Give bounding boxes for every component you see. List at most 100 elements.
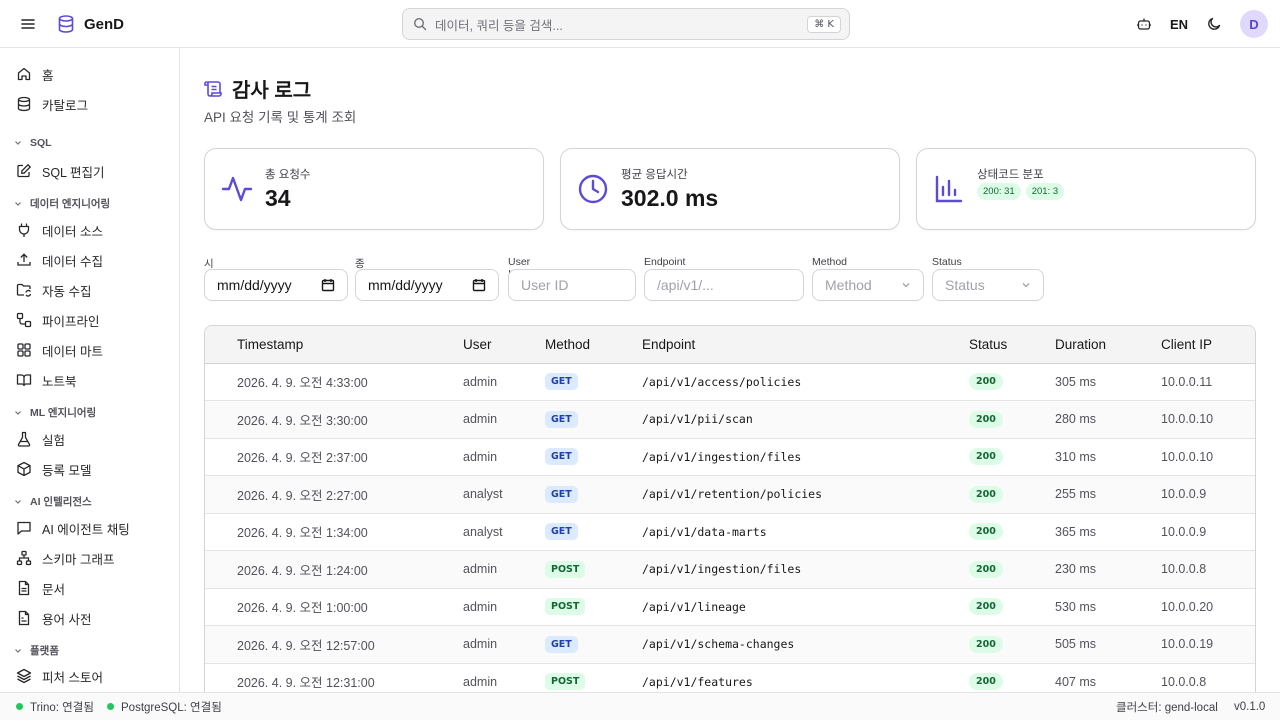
section-ml-engineering[interactable]: ML 엔지니어링 — [14, 405, 96, 420]
endpoint-input[interactable]: /api/v1/... — [644, 269, 804, 301]
connected-dot — [16, 703, 23, 710]
timestamp-cell: 2026. 4. 9. 오전 2:37:00 — [237, 451, 368, 466]
avatar[interactable]: D — [1240, 10, 1268, 38]
column-header[interactable]: Duration — [1055, 326, 1161, 364]
status-badge: 200 — [969, 635, 1003, 653]
table-row[interactable]: 2026. 4. 9. 오전 1:34:00 analyst GET/api/v1/… — [205, 513, 1255, 551]
database-icon — [16, 96, 32, 112]
document-icon — [16, 580, 32, 596]
sidebar-item-label: 피처 스토어 — [42, 670, 103, 685]
column-header[interactable]: User — [463, 326, 545, 364]
user-cell: admin — [463, 562, 498, 577]
bot-icon[interactable] — [1136, 16, 1152, 32]
sidebar-item-label: 용어 사전 — [42, 612, 92, 627]
section-label: AI 인텔리전스 — [30, 496, 92, 508]
status-badge: 200 — [969, 673, 1003, 691]
menu-icon[interactable] — [18, 14, 38, 34]
start-date-input[interactable]: mm/dd/yyyy — [204, 269, 348, 301]
sidebar-item-registered-model[interactable]: 등록 모델 — [16, 458, 91, 480]
sidebar-item-label: SQL 편집기 — [42, 165, 105, 180]
client-ip-cell: 10.0.0.8 — [1161, 674, 1207, 689]
sidebar-item-label: 데이터 소스 — [42, 224, 103, 239]
scroll-icon — [204, 79, 224, 99]
table-row[interactable]: 2026. 4. 9. 오전 4:33:00 admin GET/api/v1/ac… — [205, 363, 1255, 401]
section-data-engineering[interactable]: 데이터 엔지니어링 — [14, 196, 110, 211]
end-date-value: mm/dd/yyyy — [368, 277, 443, 293]
search-icon — [413, 17, 427, 31]
sidebar-item-sql-editor[interactable]: SQL 편집기 — [16, 160, 105, 182]
column-header[interactable]: Method — [545, 326, 642, 364]
method-select[interactable]: Method — [812, 269, 924, 301]
endpoint-cell: /api/v1/retention/policies — [642, 487, 823, 502]
table-row[interactable]: 2026. 4. 9. 오전 2:37:00 admin GET/api/v1/in… — [205, 438, 1255, 476]
user-cell: analyst — [463, 524, 503, 539]
app-logo[interactable]: GenD — [56, 14, 124, 34]
search-input[interactable]: 데이터, 쿼리 등을 검색... — [435, 15, 807, 34]
table-row[interactable]: 2026. 4. 9. 오전 1:24:00 admin POST/api/v1/i… — [205, 550, 1255, 588]
user-id-placeholder: User ID — [521, 277, 569, 293]
method-cell: GET — [545, 363, 642, 401]
endpoint-cell: /api/v1/schema-changes — [642, 637, 795, 652]
sidebar-item-feature-store[interactable]: 피처 스토어 — [16, 665, 103, 687]
endpoint-cell: /api/v1/features — [642, 674, 753, 689]
method-cell: POST — [545, 588, 642, 626]
status-cell: 200 — [969, 513, 1055, 551]
client-ip-cell: 10.0.0.8 — [1161, 562, 1207, 577]
global-search[interactable]: 데이터, 쿼리 등을 검색... ⌘ K — [402, 8, 850, 40]
sidebar-item-data-mart[interactable]: 데이터 마트 — [16, 339, 103, 361]
avg-response-value: 302.0 ms — [621, 185, 719, 211]
column-header[interactable]: Status — [969, 326, 1055, 364]
layers-icon — [16, 668, 32, 684]
end-date-input[interactable]: mm/dd/yyyy — [355, 269, 499, 301]
sidebar-item-data-source[interactable]: 데이터 소스 — [16, 219, 103, 241]
sidebar-item-ingestion[interactable]: 데이터 수집 — [16, 249, 103, 271]
column-header[interactable]: Endpoint — [642, 326, 969, 364]
section-platform[interactable]: 플랫폼 — [14, 643, 59, 658]
language-toggle[interactable]: EN — [1170, 17, 1188, 32]
user-id-input[interactable]: User ID — [508, 269, 636, 301]
table-row[interactable]: 2026. 4. 9. 오전 3:30:00 admin GET/api/v1/pi… — [205, 400, 1255, 439]
status-select[interactable]: Status — [932, 269, 1044, 301]
sidebar-item-label: 등록 모델 — [42, 463, 92, 478]
sidebar-item-auto-ingestion[interactable]: 자동 수집 — [16, 279, 91, 301]
method-badge: GET — [545, 523, 578, 541]
table-row[interactable]: 2026. 4. 9. 오전 12:31:00 admin POST/api/v1/… — [205, 663, 1255, 692]
method-badge: POST — [545, 560, 586, 578]
sidebar-item-experiment[interactable]: 실험 — [16, 428, 65, 450]
method-cell: GET — [545, 513, 642, 551]
chevron-down-icon — [14, 200, 22, 208]
sidebar-item-schema-graph[interactable]: 스키마 그래프 — [16, 547, 114, 569]
calendar-icon[interactable] — [472, 278, 486, 292]
sidebar-item-glossary[interactable]: 용어 사전 — [16, 607, 91, 629]
method-badge: GET — [545, 410, 578, 428]
page-title: 감사 로그 — [232, 80, 312, 102]
section-ai-intelligence[interactable]: AI 인텔리전스 — [14, 494, 92, 509]
table-row[interactable]: 2026. 4. 9. 오전 2:27:00 analyst GET/api/v1/… — [205, 475, 1255, 514]
user-cell: analyst — [463, 487, 503, 502]
table-row[interactable]: 2026. 4. 9. 오전 12:57:00 admin GET/api/v1/s… — [205, 625, 1255, 663]
sidebar-item-pipeline[interactable]: 파이프라인 — [16, 309, 100, 331]
section-sql[interactable]: SQL — [14, 137, 52, 149]
column-header[interactable]: Timestamp — [237, 326, 463, 364]
activity-icon — [221, 173, 253, 205]
avg-response-card: 평균 응답시간 302.0 ms — [560, 148, 900, 230]
edit-icon — [16, 163, 32, 179]
moon-icon[interactable] — [1206, 16, 1222, 32]
column-header[interactable]: Client IP — [1161, 326, 1255, 364]
duration-cell: 530 ms — [1055, 599, 1096, 614]
sidebar-item-documents[interactable]: 문서 — [16, 577, 65, 599]
sidebar-item-notebook[interactable]: 노트북 — [16, 369, 77, 391]
sidebar-item-ai-agent-chat[interactable]: AI 에이전트 채팅 — [16, 517, 130, 539]
timestamp-cell: 2026. 4. 9. 오전 12:31:00 — [237, 676, 375, 691]
calendar-icon[interactable] — [321, 278, 335, 292]
method-cell: GET — [545, 476, 642, 514]
chevron-down-icon — [14, 409, 22, 417]
table-row[interactable]: 2026. 4. 9. 오전 1:00:00 admin POST/api/v1/l… — [205, 588, 1255, 626]
sidebar-item-home[interactable]: 홈 — [16, 63, 54, 85]
total-requests-card: 총 요청수 34 — [204, 148, 544, 230]
status-bar: Trino: 연결됨 PostgreSQL: 연결됨 클러스터: gend-lo… — [0, 692, 1280, 720]
method-cell: GET — [545, 401, 642, 439]
client-ip-cell: 10.0.0.11 — [1161, 374, 1213, 389]
sidebar-item-catalog[interactable]: 카탈로그 — [16, 93, 88, 115]
method-badge: GET — [545, 448, 578, 466]
